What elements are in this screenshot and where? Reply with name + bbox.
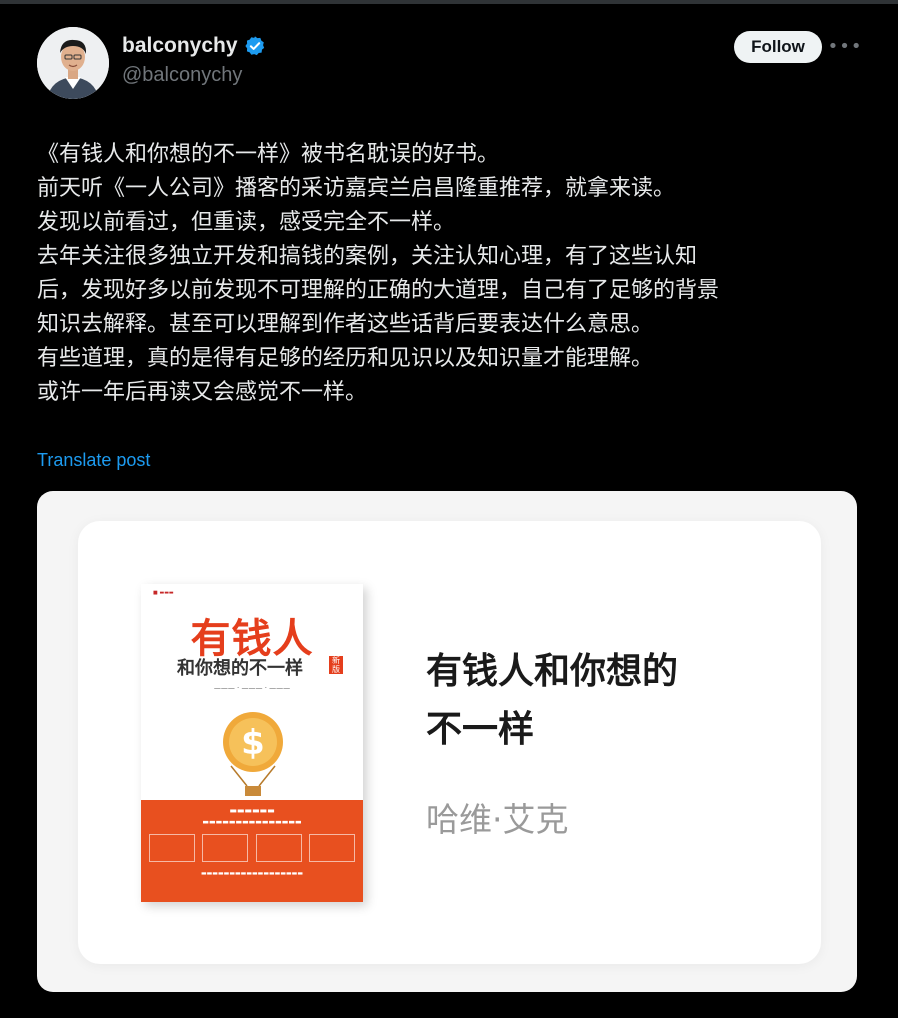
blurb-box [255, 834, 302, 862]
book-cover: ■ ▬▬▬ 有钱人 和你想的不一样 新版 ——— · ——— · ——— $ ▬… [141, 584, 363, 902]
post-line: 去年关注很多独立开发和搞钱的案例，关注认知心理，有了这些认知 [37, 244, 698, 269]
blurb-box [149, 834, 195, 862]
book-cover-author-line: ——— · ——— · ——— [213, 684, 291, 692]
svg-text:$: $ [241, 723, 265, 763]
book-cover-badge: 新版 [329, 656, 343, 674]
more-icon[interactable]: ••• [828, 30, 862, 62]
post-text: 《有钱人和你想的不一样》被书名耽误的好书。 前天听《一人公司》播客的采访嘉宾兰启… [37, 138, 857, 410]
post-image[interactable]: ■ ▬▬▬ 有钱人 和你想的不一样 新版 ——— · ——— · ——— $ ▬… [37, 491, 857, 992]
top-divider [0, 0, 898, 4]
dollar-balloon-icon: $ [223, 712, 283, 796]
blurb-box [202, 834, 249, 862]
book-card: ■ ▬▬▬ 有钱人 和你想的不一样 新版 ——— · ——— · ——— $ ▬… [78, 521, 821, 964]
handle[interactable]: @balconychy [122, 64, 242, 87]
book-cover-footer: ▬▬▬▬▬▬▬▬▬▬▬▬▬▬▬▬▬▬ [200, 870, 304, 877]
post-line: 或许一年后再读又会感觉不一样。 [37, 380, 368, 405]
book-cover-tagline: ▬▬▬▬▬▬ [229, 806, 275, 815]
verified-badge-icon[interactable] [244, 35, 266, 57]
post-line: 知识去解释。甚至可以理解到作者这些话背后要表达什么意思。 [37, 312, 654, 337]
avatar-photo-icon [37, 27, 109, 99]
book-cover-band: ▬▬▬▬▬▬ ▬▬▬▬▬▬▬▬▬▬▬▬▬▬▬ ▬▬▬▬▬▬▬▬▬▬▬▬▬▬▬▬▬… [141, 800, 363, 902]
book-cover-subtitle: 和你想的不一样 [177, 658, 303, 679]
avatar[interactable] [37, 27, 109, 99]
card-title-line: 不一样 [426, 709, 535, 750]
post-line: 后，发现好多以前发现不可理解的正确的大道理，自己有了足够的背景 [37, 278, 720, 303]
card-author: 哈维·艾克 [426, 800, 569, 839]
book-cover-blurbs [149, 834, 355, 862]
post-line: 发现以前看过，但重读，感受完全不一样。 [37, 210, 456, 235]
follow-button[interactable]: Follow [734, 31, 822, 63]
blurb-box [308, 834, 355, 862]
post-line: 前天听《一人公司》播客的采访嘉宾兰启昌隆重推荐，就拿来读。 [37, 176, 676, 201]
translate-post-link[interactable]: Translate post [37, 450, 150, 471]
book-cover-tagline-2: ▬▬▬▬▬▬▬▬▬▬▬▬▬▬▬ [202, 818, 302, 826]
display-name[interactable]: balconychy [122, 34, 238, 58]
post-line: 《有钱人和你想的不一样》被书名耽误的好书。 [37, 142, 500, 167]
card-title-line: 有钱人和你想的 [426, 651, 679, 692]
author-name-row: balconychy [122, 34, 266, 58]
post-line: 有些道理，真的是得有足够的经历和见识以及知识量才能理解。 [37, 346, 654, 371]
card-title: 有钱人和你想的 不一样 [426, 643, 786, 759]
publisher-logo: ■ ▬▬▬ [153, 590, 174, 596]
